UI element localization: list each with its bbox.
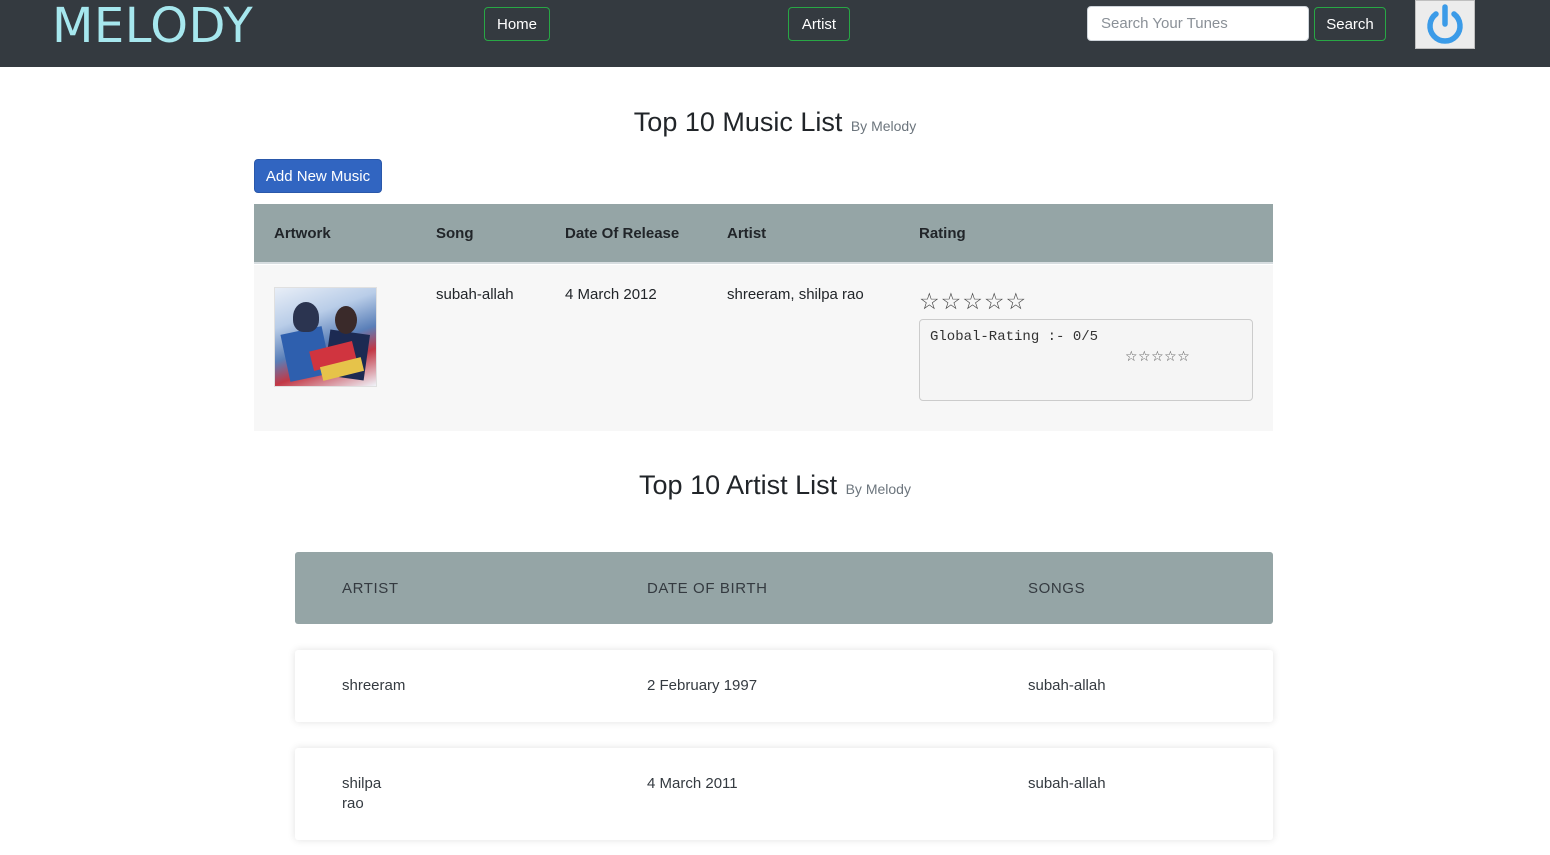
nav-artist-button[interactable]: Artist bbox=[788, 7, 850, 41]
logout-button[interactable] bbox=[1415, 0, 1475, 49]
music-list-title: Top 10 Music List bbox=[633, 107, 843, 137]
column-header-rating: Rating bbox=[919, 225, 966, 242]
artist-songs[interactable]: subah-allah bbox=[1028, 774, 1106, 794]
artist-list-subtitle: By Melody bbox=[845, 481, 911, 497]
global-rating-box: Global-Rating :- 0/5 ☆☆☆☆☆ bbox=[919, 319, 1253, 401]
column-header-songs: SONGS bbox=[1028, 580, 1086, 597]
artist-name[interactable]: shreeram bbox=[342, 676, 405, 696]
power-icon bbox=[1427, 3, 1463, 44]
navbar: MELODY Home Artist Search bbox=[0, 0, 1550, 67]
artist-name-continued[interactable]: rao bbox=[342, 794, 364, 814]
global-rating-label: Global-Rating :- 0/5 bbox=[930, 329, 1099, 345]
song-artist[interactable]: shreeram, shilpa rao bbox=[727, 286, 864, 303]
user-rating-stars[interactable]: ☆☆☆☆☆ bbox=[919, 289, 1027, 315]
artist-list-title: Top 10 Artist List bbox=[639, 470, 838, 500]
search-button[interactable]: Search bbox=[1314, 7, 1386, 41]
artist-list-heading: Top 10 Artist List By Melody bbox=[0, 470, 1550, 501]
column-header-date-of-birth: DATE OF BIRTH bbox=[647, 580, 768, 597]
artist-songs[interactable]: subah-allah bbox=[1028, 676, 1106, 696]
music-list-heading: Top 10 Music List By Melody bbox=[0, 107, 1550, 138]
column-header-date: Date Of Release bbox=[565, 225, 680, 242]
column-header-song: Song bbox=[436, 225, 474, 242]
song-name[interactable]: subah-allah bbox=[436, 286, 514, 303]
table-row: subah-allah 4 March 2012 shreeram, shilp… bbox=[254, 265, 1273, 431]
music-table-header: Artwork Song Date Of Release Artist Rati… bbox=[254, 204, 1273, 264]
music-table: Artwork Song Date Of Release Artist Rati… bbox=[254, 204, 1273, 431]
column-header-artist-name: ARTIST bbox=[342, 580, 399, 597]
nav-home-button[interactable]: Home bbox=[484, 7, 550, 41]
artist-date-of-birth: 4 March 2011 bbox=[647, 775, 738, 792]
column-header-artist: Artist bbox=[727, 225, 767, 242]
music-list-subtitle: By Melody bbox=[850, 118, 917, 134]
brand-logo[interactable]: MELODY bbox=[52, 0, 253, 54]
album-artwork[interactable] bbox=[274, 287, 377, 387]
table-row: shilpa rao 4 March 2011 subah-allah bbox=[295, 748, 1273, 840]
table-row: shreeram 2 February 1997 subah-allah bbox=[295, 650, 1273, 722]
artist-table-header: ARTIST DATE OF BIRTH SONGS bbox=[295, 552, 1273, 624]
release-date: 4 March 2012 bbox=[565, 286, 657, 303]
global-rating-stars: ☆☆☆☆☆ bbox=[1125, 349, 1191, 365]
column-header-artwork: Artwork bbox=[274, 225, 331, 242]
artist-date-of-birth: 2 February 1997 bbox=[647, 677, 758, 694]
artist-name[interactable]: shilpa bbox=[342, 774, 381, 794]
add-new-music-button[interactable]: Add New Music bbox=[254, 159, 382, 193]
search-input[interactable] bbox=[1087, 6, 1309, 41]
